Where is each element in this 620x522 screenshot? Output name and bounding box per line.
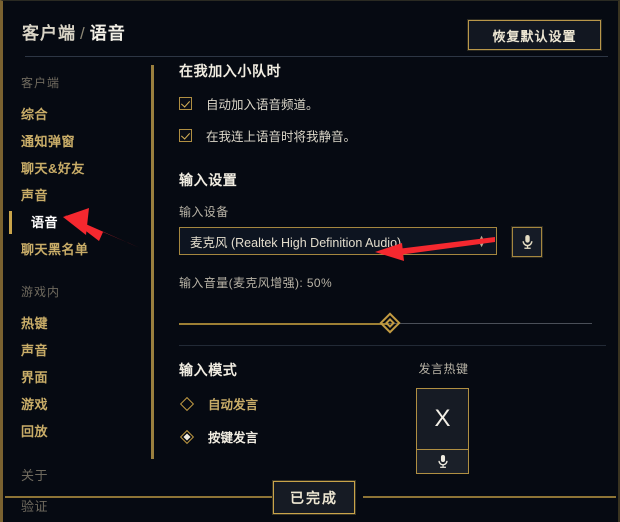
checkbox-label: 在我连上语音时将我静音。 xyxy=(206,130,357,144)
sidebar-item-replay[interactable]: 回放 xyxy=(21,418,151,445)
join-section-title: 在我加入小队时 xyxy=(179,63,282,79)
checkbox-auto-join-voice[interactable]: 自动加入语音频道。 xyxy=(179,94,606,113)
push-to-talk-title: 发言热键 xyxy=(418,362,469,376)
slider-track-remaining xyxy=(388,323,592,324)
input-device-label: 输入设备 xyxy=(179,205,229,219)
sidebar-item-about[interactable]: 关于 xyxy=(21,462,151,489)
breadcrumb: 客户端 / 语音 xyxy=(22,19,126,44)
sidebar-item-voice[interactable]: 语音 xyxy=(9,209,151,236)
sidebar-item-game[interactable]: 游戏 xyxy=(21,391,151,418)
checkbox-icon[interactable] xyxy=(179,97,192,110)
radio-diamond-icon[interactable] xyxy=(179,396,194,411)
sidebar-item-sound[interactable]: 声音 xyxy=(21,182,151,209)
input-device-value: 麦克风 (Realtek High Definition Audio) xyxy=(190,235,402,250)
input-section-title: 输入设置 xyxy=(179,172,238,188)
push-to-talk-mic-button[interactable] xyxy=(416,450,469,474)
input-volume-label: 输入音量(麦克风增强): 50% xyxy=(179,276,333,290)
radio-auto-speak[interactable]: 自动发言 xyxy=(179,394,606,413)
sidebar-group-ingame: 游戏内 xyxy=(21,285,61,299)
push-to-talk-binding: 发言热键 X xyxy=(416,360,471,474)
sidebar-item-chat-blocklist[interactable]: 聊天黑名单 xyxy=(21,236,151,263)
microphone-icon xyxy=(521,235,533,249)
done-button[interactable]: 已完成 xyxy=(272,480,356,515)
radio-push-to-talk[interactable]: 按键发言 xyxy=(179,427,606,446)
checkbox-label: 自动加入语音频道。 xyxy=(206,98,319,112)
header-divider xyxy=(25,56,608,57)
sidebar-item-hotkeys[interactable]: 热键 xyxy=(21,310,151,337)
input-device-select[interactable]: 麦克风 (Realtek High Definition Audio) ▲ ▼ xyxy=(179,227,497,255)
checkbox-icon[interactable] xyxy=(179,129,192,142)
breadcrumb-root[interactable]: 客户端 xyxy=(22,24,76,43)
mode-section-title: 输入模式 xyxy=(179,362,238,378)
sidebar-item-notifications[interactable]: 通知弹窗 xyxy=(21,128,151,155)
sidebar-item-chat-friends[interactable]: 聊天&好友 xyxy=(21,155,151,182)
chevron-updown-icon[interactable]: ▲ ▼ xyxy=(477,234,486,249)
push-to-talk-key-button[interactable]: X xyxy=(416,388,469,450)
input-volume-slider[interactable] xyxy=(179,309,606,339)
sidebar-item-ingame-sound[interactable]: 声音 xyxy=(21,337,151,364)
sidebar-group-client: 客户端 xyxy=(21,76,61,90)
settings-panel: 在我加入小队时 自动加入语音频道。 在我连上语音时将我静音。 输入设置 输入设备… xyxy=(179,61,606,482)
reset-defaults-button[interactable]: 恢复默认设置 xyxy=(467,19,602,51)
settings-window: 客户端 / 语音 恢复默认设置 客户端 综合 通知弹窗 聊天&好友 声音 语音 聊天… xyxy=(0,0,620,522)
slider-handle[interactable] xyxy=(379,312,401,334)
breadcrumb-separator: / xyxy=(80,24,86,43)
window-header: 客户端 / 语音 恢复默认设置 xyxy=(3,1,618,57)
sidebar-nav: 客户端 综合 通知弹窗 聊天&好友 声音 语音 聊天黑名单 游戏内 热键 声音 … xyxy=(3,61,151,522)
breadcrumb-current: 语音 xyxy=(89,24,126,43)
sidebar-item-general[interactable]: 综合 xyxy=(21,101,151,128)
sidebar-item-interface[interactable]: 界面 xyxy=(21,364,151,391)
footer-divider-left xyxy=(5,496,273,498)
section-divider xyxy=(179,345,606,346)
radio-label: 按键发言 xyxy=(208,431,259,445)
microphone-icon xyxy=(437,455,448,468)
checkbox-mute-on-connect[interactable]: 在我连上语音时将我静音。 xyxy=(179,126,606,145)
sidebar-divider xyxy=(151,65,154,459)
footer-divider-right xyxy=(363,496,616,498)
radio-diamond-selected-icon[interactable] xyxy=(179,429,194,444)
radio-label: 自动发言 xyxy=(208,398,259,412)
slider-track-filled xyxy=(179,323,388,325)
mic-test-button[interactable] xyxy=(511,226,543,258)
